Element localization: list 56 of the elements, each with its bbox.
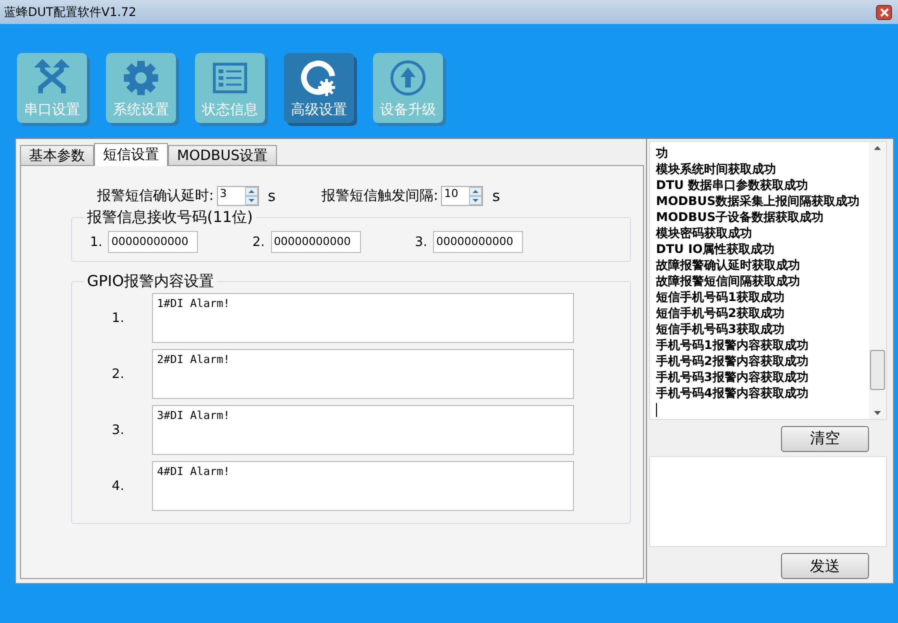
unit-label: s [268,187,276,205]
log-line: MODBUS子设备数据获取成功 [656,209,825,225]
log-line: 模块密码获取成功 [656,225,753,241]
message-field[interactable]: 4#DI Alarm! [152,461,574,511]
log-line: DTU 数据串口参数获取成功 [656,177,810,193]
send-button[interactable]: 发送 [781,553,869,579]
close-icon [880,8,888,16]
scrollbar[interactable] [869,142,886,419]
index-label: 2. [252,234,265,250]
message-field[interactable]: 1#DI Alarm! [152,293,574,343]
ring-gear-icon [300,59,338,97]
index-label: 2. [110,366,126,382]
scroll-thumb[interactable] [870,350,885,390]
window-title: 蓝蜂DUT配置软件V1.72 [4,4,136,20]
close-button[interactable] [876,4,892,20]
index-label: 3. [110,422,126,438]
log-line: 短信手机号码1获取成功 [656,289,786,305]
index-label: 4. [110,478,126,494]
group-title: GPIO报警内容设置 [86,272,215,291]
tab[interactable]: 基本参数 [20,145,94,165]
log-line: 故障报警确认延时获取成功 [656,257,801,273]
clear-button[interactable]: 清空 [781,426,869,452]
log-line: 手机号码4报警内容获取成功 [656,385,810,401]
log-line: 手机号码2报警内容获取成功 [656,353,810,369]
log-line: DTU IO属性获取成功 [656,241,776,257]
up-arrow-circle-icon [389,59,427,97]
log-line: 手机号码1报警内容获取成功 [656,337,810,353]
tab[interactable]: 短信设置 [94,143,168,166]
log-line: 模块系统时间获取成功 [656,161,777,177]
log-line: MODBUS数据采集上报间隔获取成功 [656,193,861,209]
message-field[interactable]: 2#DI Alarm! [152,349,574,399]
phone-field[interactable]: 00000000000 [108,231,198,253]
phone-field[interactable]: 00000000000 [433,231,524,253]
gear-icon [122,59,160,97]
log-line: 功 [656,145,669,161]
setting-label: 报警短信触发间隔: [322,187,438,205]
message-field[interactable]: 3#DI Alarm! [152,405,574,455]
spin-field[interactable]: 10 [441,186,484,206]
phone-field[interactable]: 00000000000 [270,231,361,253]
log-line: 故障报警短信间隔获取成功 [656,273,801,289]
log-line: 手机号码3报警内容获取成功 [656,369,810,385]
unit-label: s [492,187,500,205]
text-cursor [656,403,657,417]
send-input-field[interactable] [649,456,887,547]
index-label: 1. [110,310,126,326]
setting-label: 报警短信确认延时: [97,187,214,205]
index-label: 3. [414,234,428,250]
index-label: 1. [90,234,102,250]
log-line: 短信手机号码3获取成功 [656,321,786,337]
log-line: 短信手机号码2获取成功 [656,305,786,321]
toolbar-button[interactable]: 高级设置 [284,53,354,123]
tab[interactable]: MODBUS设置 [168,145,277,165]
spin-field[interactable]: 3 [216,186,259,206]
spin-arrows-icon [244,187,258,205]
spin-arrows-icon [469,187,482,205]
group-title: 报警信息接收号码(11位) [86,208,254,227]
